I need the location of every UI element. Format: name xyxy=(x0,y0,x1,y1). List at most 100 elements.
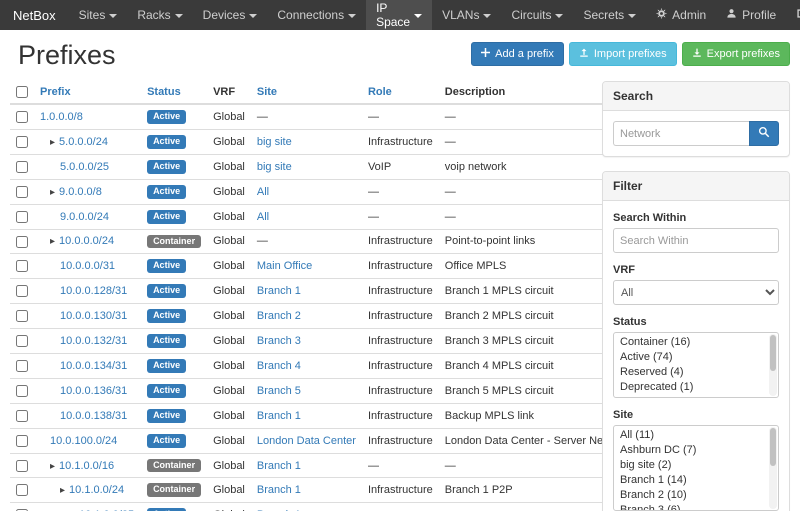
prefix-link[interactable]: 5.0.0.0/24 xyxy=(59,136,108,148)
prefix-link[interactable]: 5.0.0.0/25 xyxy=(60,161,109,173)
export-prefixes-button[interactable]: Export prefixes xyxy=(682,42,790,66)
import-prefixes-button[interactable]: Import prefixes xyxy=(569,42,677,66)
nav-item-racks[interactable]: Racks xyxy=(127,0,192,30)
row-checkbox[interactable] xyxy=(16,310,28,322)
prefix-link[interactable]: 10.0.0.0/31 xyxy=(60,260,115,272)
chevron-down-icon xyxy=(109,14,117,18)
nav-item-profile[interactable]: Profile xyxy=(716,0,786,30)
prefix-link[interactable]: 9.0.0.0/8 xyxy=(59,186,102,198)
column-header-role[interactable]: Role xyxy=(362,81,439,104)
site-link[interactable]: Branch 3 xyxy=(257,335,301,347)
filter-option[interactable]: Ashburn DC (7) xyxy=(614,443,768,458)
expand-toggle-icon[interactable]: ▸ xyxy=(50,137,55,148)
nav-item-admin[interactable]: Admin xyxy=(646,0,716,30)
nav-item-secrets[interactable]: Secrets xyxy=(573,0,646,30)
expand-toggle-icon[interactable]: ▸ xyxy=(50,461,55,472)
prefix-link[interactable]: 10.0.0.136/31 xyxy=(60,385,127,397)
prefix-link[interactable]: 10.0.0.128/31 xyxy=(60,285,127,297)
scrollbar[interactable] xyxy=(769,427,777,509)
row-checkbox[interactable] xyxy=(16,410,28,422)
site-link[interactable]: big site xyxy=(257,161,292,173)
select-all-checkbox[interactable] xyxy=(16,86,28,98)
filter-option[interactable]: All (11) xyxy=(614,428,768,443)
column-header-prefix[interactable]: Prefix xyxy=(34,81,141,104)
filter-option[interactable]: Branch 3 (6) xyxy=(614,503,768,511)
nav-item-ip-space[interactable]: IP Space xyxy=(366,0,432,30)
vrf-select[interactable]: All xyxy=(613,280,779,305)
prefix-link[interactable]: 1.0.0.0/8 xyxy=(40,111,83,123)
search-icon xyxy=(758,126,770,141)
site-link[interactable]: Branch 1 xyxy=(257,410,301,422)
row-checkbox[interactable] xyxy=(16,385,28,397)
row-checkbox[interactable] xyxy=(16,484,28,496)
nav-item-devices[interactable]: Devices xyxy=(193,0,268,30)
search-button[interactable] xyxy=(749,121,779,146)
description-value: Office MPLS xyxy=(445,260,507,272)
expand-toggle-icon[interactable]: ▸ xyxy=(60,485,65,496)
filter-option[interactable]: Reserved (4) xyxy=(614,365,768,380)
site-link[interactable]: Branch 1 xyxy=(257,460,301,472)
nav-item-connections[interactable]: Connections xyxy=(267,0,366,30)
app-logo[interactable]: NetBox xyxy=(0,0,69,30)
prefix-link[interactable]: 10.0.0.132/31 xyxy=(60,335,127,347)
status-filter-listbox[interactable]: Container (16)Active (74)Reserved (4)Dep… xyxy=(613,332,779,398)
status-badge: Active xyxy=(147,160,186,174)
row-checkbox[interactable] xyxy=(16,285,28,297)
filter-option[interactable]: big site (2) xyxy=(614,458,768,473)
search-input[interactable] xyxy=(613,121,749,146)
status-badge: Active xyxy=(147,384,186,398)
filter-option[interactable]: Active (74) xyxy=(614,350,768,365)
expand-toggle-icon[interactable]: ▸ xyxy=(50,236,55,247)
row-checkbox[interactable] xyxy=(16,435,28,447)
row-checkbox[interactable] xyxy=(16,236,28,248)
nav-item-logout[interactable]: Log out xyxy=(786,0,800,30)
prefix-link[interactable]: 10.0.100.0/24 xyxy=(50,435,117,447)
site-link[interactable]: Main Office xyxy=(257,260,312,272)
site-link[interactable]: London Data Center xyxy=(257,435,356,447)
scrollbar[interactable] xyxy=(769,334,777,396)
row-checkbox[interactable] xyxy=(16,360,28,372)
site-link[interactable]: Branch 4 xyxy=(257,360,301,372)
site-link[interactable]: All xyxy=(257,211,269,223)
prefix-link[interactable]: 10.0.0.134/31 xyxy=(60,360,127,372)
nav-item-vlans[interactable]: VLANs xyxy=(432,0,501,30)
add-prefix-button[interactable]: Add a prefix xyxy=(471,42,564,66)
filter-option[interactable]: Branch 2 (10) xyxy=(614,488,768,503)
prefix-link[interactable]: 10.0.0.138/31 xyxy=(60,410,127,422)
column-header-status[interactable]: Status xyxy=(141,81,207,104)
nav-item-label: Circuits xyxy=(511,8,551,22)
nav-item-sites[interactable]: Sites xyxy=(69,0,128,30)
prefix-link[interactable]: 10.0.0.130/31 xyxy=(60,310,127,322)
status-badge: Container xyxy=(147,235,201,249)
row-checkbox[interactable] xyxy=(16,161,28,173)
filter-option[interactable]: Branch 1 (14) xyxy=(614,473,768,488)
site-link[interactable]: big site xyxy=(257,136,292,148)
site-link[interactable]: Branch 2 xyxy=(257,310,301,322)
prefix-link[interactable]: 10.1.0.0/16 xyxy=(59,460,114,472)
column-header-site[interactable]: Site xyxy=(251,81,362,104)
row-checkbox[interactable] xyxy=(16,260,28,272)
prefix-link[interactable]: 9.0.0.0/24 xyxy=(60,211,109,223)
search-within-input[interactable] xyxy=(613,228,779,253)
prefix-link[interactable]: 10.1.0.0/24 xyxy=(69,484,124,496)
row-checkbox[interactable] xyxy=(16,136,28,148)
row-checkbox[interactable] xyxy=(16,186,28,198)
nav-item-circuits[interactable]: Circuits xyxy=(501,0,573,30)
scrollbar-thumb[interactable] xyxy=(770,335,776,371)
filter-option[interactable]: Container (16) xyxy=(614,335,768,350)
site-link[interactable]: Branch 5 xyxy=(257,385,301,397)
filter-option[interactable]: Deprecated (1) xyxy=(614,380,768,395)
description-value: — xyxy=(445,460,456,472)
expand-toggle-icon[interactable]: ▸ xyxy=(50,187,55,198)
row-checkbox[interactable] xyxy=(16,335,28,347)
prefix-link[interactable]: 10.0.0.0/24 xyxy=(59,235,114,247)
row-checkbox[interactable] xyxy=(16,111,28,123)
site-link[interactable]: Branch 1 xyxy=(257,285,301,297)
description-value: Branch 3 MPLS circuit xyxy=(445,335,554,347)
row-checkbox[interactable] xyxy=(16,211,28,223)
row-checkbox[interactable] xyxy=(16,460,28,472)
site-link[interactable]: All xyxy=(257,186,269,198)
scrollbar-thumb[interactable] xyxy=(770,428,776,466)
site-link[interactable]: Branch 1 xyxy=(257,484,301,496)
site-filter-listbox[interactable]: All (11)Ashburn DC (7)big site (2)Branch… xyxy=(613,425,779,511)
